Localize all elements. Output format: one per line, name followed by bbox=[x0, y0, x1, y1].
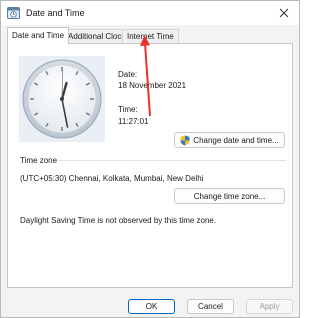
close-button[interactable] bbox=[271, 3, 297, 23]
cancel-button[interactable]: Cancel bbox=[187, 299, 234, 314]
apply-button[interactable]: Apply bbox=[246, 299, 293, 314]
date-label: Date: bbox=[118, 70, 138, 79]
change-date-time-button[interactable]: Change date and time... bbox=[174, 132, 285, 148]
time-zone-value: (UTC+05:30) Chennai, Kolkata, Mumbai, Ne… bbox=[20, 174, 204, 183]
date-value: 18 November 2021 bbox=[118, 81, 187, 90]
change-time-zone-button[interactable]: Change time zone... bbox=[174, 188, 285, 204]
tab-strip: Date and Time Additional Clocks Internet… bbox=[7, 27, 297, 44]
ok-button[interactable]: OK bbox=[128, 299, 175, 314]
time-zone-section-label: Time zone bbox=[20, 156, 58, 165]
dst-note: Daylight Saving Time is not observed by … bbox=[20, 216, 217, 225]
analog-clock bbox=[19, 56, 105, 142]
clock-app-icon bbox=[7, 6, 20, 19]
tab-internet-time[interactable]: Internet Time bbox=[122, 29, 179, 43]
change-date-time-label: Change date and time... bbox=[193, 135, 279, 145]
time-value: 11:27:01 bbox=[118, 117, 149, 126]
tab-date-and-time[interactable]: Date and Time bbox=[7, 27, 70, 44]
window-title: Date and Time bbox=[26, 8, 85, 18]
close-icon bbox=[279, 8, 289, 18]
shield-icon bbox=[180, 135, 190, 145]
date-and-time-dialog: Date and Time Date and Time Additional C… bbox=[0, 0, 300, 318]
time-zone-divider bbox=[58, 160, 286, 161]
title-bar: Date and Time bbox=[1, 1, 299, 25]
analog-clock-face bbox=[22, 59, 102, 139]
tab-panel: Date: 18 November 2021 Time: 11:27:01 Ch… bbox=[7, 43, 293, 288]
time-label: Time: bbox=[118, 105, 138, 114]
